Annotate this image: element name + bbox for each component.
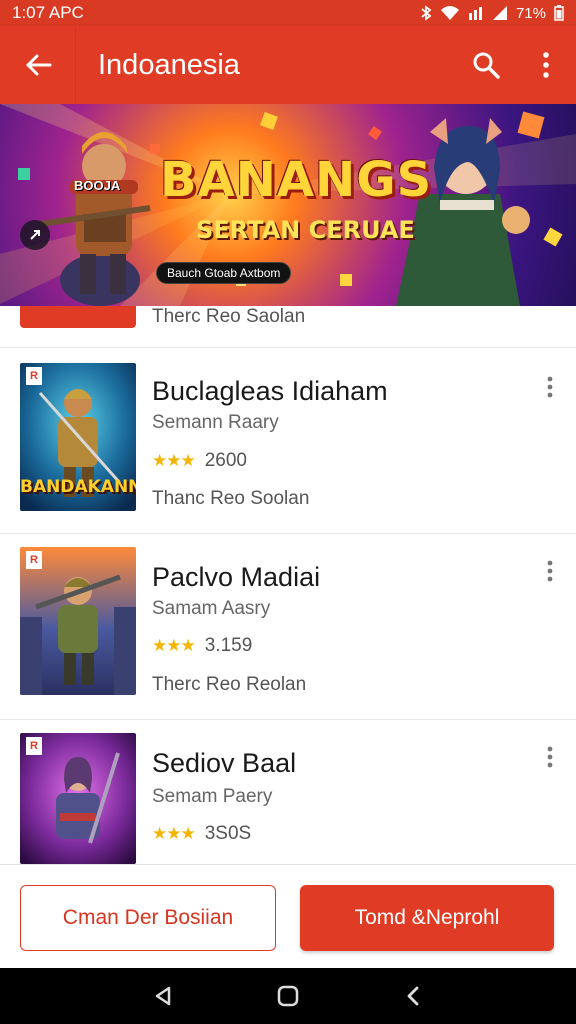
nav-home-button[interactable] <box>268 976 308 1016</box>
more-vertical-icon <box>547 376 553 398</box>
game-thumbnail <box>20 306 136 328</box>
banner-title: BANANGS <box>160 152 433 208</box>
primary-action-button[interactable]: Tomd &Neprohl <box>300 885 554 951</box>
game-title: Sediov Baal <box>152 748 297 778</box>
item-more-button[interactable] <box>540 372 560 402</box>
more-vertical-icon <box>543 52 549 78</box>
nav-recents-button[interactable] <box>393 976 433 1016</box>
game-meta: Therc Reo Reolan <box>152 674 307 695</box>
item-more-button[interactable] <box>540 742 560 772</box>
banner-character-label: BOOJA <box>74 178 121 193</box>
list-item[interactable]: Therc Reo Saolan <box>0 306 576 348</box>
star-rating-icon: ★★★ <box>152 451 196 470</box>
star-rating-icon: ★★★ <box>152 824 196 843</box>
game-rating: ★★★ 3S0S <box>152 823 251 845</box>
wifi-icon <box>440 6 459 20</box>
back-button[interactable] <box>0 26 76 104</box>
game-title: Paclvo Madiai <box>152 562 321 592</box>
nav-recents-icon <box>407 986 419 1006</box>
banner-tag[interactable]: Bauch Gtoab Axtbom <box>156 262 292 284</box>
action-bar: Cman Der Bosiian Tomd &Neprohl <box>0 864 576 968</box>
app-badge: R <box>26 551 42 569</box>
app-badge: R <box>26 367 42 385</box>
status-icons: 71% <box>420 5 564 22</box>
battery-text: 71% <box>515 4 546 22</box>
play-icon[interactable] <box>20 220 50 250</box>
nav-back-icon <box>155 986 170 1006</box>
app-bar: Indoanesia <box>0 26 576 104</box>
nav-home-icon <box>277 985 299 1007</box>
rating-value: 3.159 <box>204 635 253 656</box>
game-thumbnail: R <box>20 733 136 864</box>
battery-icon <box>554 5 564 21</box>
secondary-action-button[interactable]: Cman Der Bosiian <box>20 885 276 951</box>
list-item[interactable]: R Sediov Baal Semam Paery ★★★ 3S0S <box>0 720 576 864</box>
thumbnail-caption: BANDAKANN <box>20 477 136 497</box>
star-rating-icon: ★★★ <box>152 636 196 655</box>
more-options-button[interactable] <box>516 26 576 104</box>
search-icon <box>473 52 500 79</box>
list-item[interactable]: R Paclvo Madiai Samam Aasry ★★★ 3.159 Th… <box>0 534 576 720</box>
signal-icon <box>492 6 507 20</box>
more-vertical-icon <box>547 746 553 768</box>
game-developer: Semam Paery <box>152 786 273 807</box>
status-time: 1:07 APC <box>12 3 84 22</box>
search-button[interactable] <box>456 26 516 104</box>
bluetooth-icon <box>421 5 432 21</box>
system-nav-bar <box>0 968 576 1024</box>
rating-value: 3S0S <box>204 823 252 844</box>
list-item[interactable]: R BANDAKANN Buclagleas Idiaham Semann Ra… <box>0 348 576 534</box>
game-thumbnail: R BANDAKANN <box>20 363 136 511</box>
banner-subtitle: SERTAN CERUAE <box>196 216 415 244</box>
featured-banner[interactable]: BOOJA BANANGS SERTAN CERUAE Bauch Gtoab … <box>0 104 576 306</box>
arrow-left-icon <box>26 54 51 76</box>
page-title: Indoanesia <box>98 48 240 81</box>
game-rating: ★★★ 3.159 <box>152 635 252 657</box>
game-meta: Thanc Reo Soolan <box>152 488 310 509</box>
game-title: Buclagleas Idiaham <box>152 376 388 406</box>
nav-back-button[interactable] <box>143 976 183 1016</box>
more-vertical-icon <box>547 560 553 582</box>
rating-value: 2600 <box>204 450 248 471</box>
data-icon <box>468 7 482 20</box>
game-thumbnail: R <box>20 547 136 695</box>
game-developer: Semann Raary <box>152 412 279 433</box>
status-bar: 1:07 APC 71% <box>0 0 576 26</box>
game-meta: Therc Reo Saolan <box>152 306 306 327</box>
app-badge: R <box>26 737 42 755</box>
item-more-button[interactable] <box>540 556 560 586</box>
game-artwork <box>20 547 136 695</box>
game-rating: ★★★ 2600 <box>152 450 247 472</box>
game-developer: Samam Aasry <box>152 598 271 619</box>
